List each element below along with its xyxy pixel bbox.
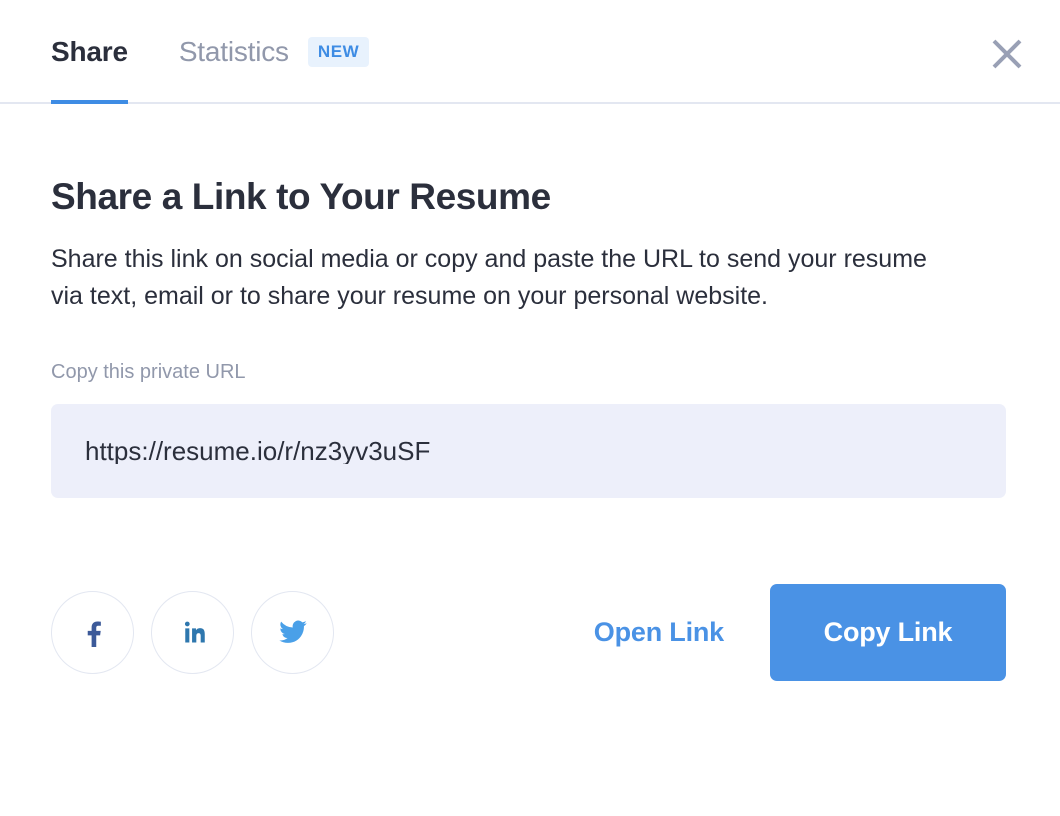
share-linkedin-button[interactable] [151, 590, 234, 674]
tab-statistics[interactable]: Statistics NEW [179, 0, 370, 104]
page-title: Share a Link to Your Resume [51, 176, 551, 217]
dialog-tabbar: Share Statistics NEW [0, 0, 1060, 104]
tab-active-indicator [51, 100, 128, 104]
status-badge-new: NEW [307, 37, 370, 67]
twitter-icon [278, 617, 308, 647]
tab-share[interactable]: Share [51, 0, 128, 104]
dialog-description: Share this link on social media or copy … [51, 244, 927, 310]
close-icon [987, 34, 1027, 74]
tab-statistics-label: Statistics [178, 36, 289, 67]
tabbar-divider [0, 102, 1060, 104]
social-share-group [51, 590, 334, 674]
tab-list: Share Statistics NEW [51, 0, 370, 104]
close-button[interactable] [981, 28, 1033, 80]
facebook-icon [78, 617, 108, 648]
open-link-button[interactable]: Open Link [594, 618, 724, 646]
share-facebook-button[interactable] [51, 590, 134, 674]
linkedin-icon [179, 618, 207, 646]
dialog-actions: Open Link Copy Link [51, 583, 1006, 681]
dialog-body: Share a Link to Your Resume Share this l… [0, 104, 1060, 681]
url-field-label: Copy this private URL [51, 360, 246, 383]
share-url-input[interactable]: https://resume.io/r/nz3yv3uSF [51, 403, 1006, 498]
share-twitter-button[interactable] [251, 590, 334, 674]
copy-link-button[interactable]: Copy Link [770, 583, 1006, 681]
primary-actions: Open Link Copy Link [594, 583, 1006, 681]
share-url-value: https://resume.io/r/nz3yv3uSF [85, 437, 431, 464]
tab-share-label: Share [51, 36, 128, 67]
